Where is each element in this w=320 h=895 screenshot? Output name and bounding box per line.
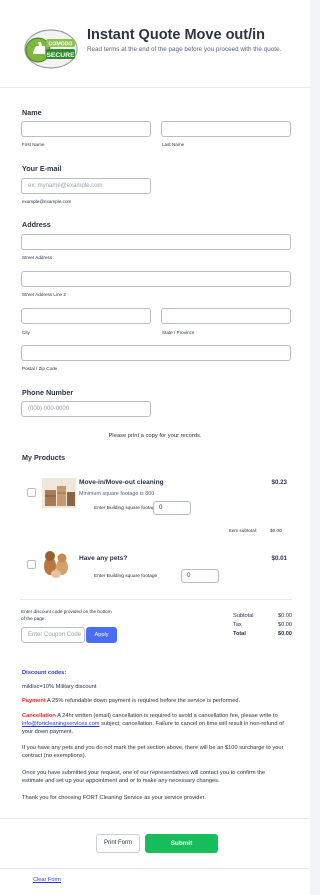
submit-button[interactable]: Submit (145, 834, 218, 853)
print-copy-note: Please print a copy for your records. (108, 433, 202, 439)
product-image-cleaning (42, 478, 76, 508)
product-price-pets: $0.01 (271, 555, 287, 562)
tax-label: Tax (233, 622, 242, 628)
product-checkbox-pets[interactable] (27, 560, 36, 569)
print-form-button[interactable]: Print Form (96, 834, 140, 853)
email-input[interactable]: ex: myname@example.com (21, 178, 151, 194)
coupon-label: Enter discount code provided on the bott… (21, 609, 112, 621)
comodo-secure-badge: COMODO SECURE (24, 29, 78, 69)
product-description-cleaning: Minimum square footage is 800 (79, 491, 155, 497)
product-price-cleaning: $0.23 (271, 479, 287, 486)
state-sublabel: State / Province (162, 330, 195, 335)
products-divider (20, 599, 292, 600)
discount-codes-line: mildisc=10% Military discount (22, 684, 97, 690)
city-input[interactable] (21, 308, 151, 324)
subtotal-label: Subtotal (233, 613, 254, 619)
postal-code-input[interactable] (21, 345, 291, 361)
product-checkbox-cleaning[interactable] (27, 488, 36, 497)
state-input[interactable] (161, 308, 291, 324)
form-header: COMODO SECURE Instant Quote Move out/in … (0, 0, 310, 88)
postal-code-sublabel: Postal / Zip Code (22, 366, 58, 371)
subtotal-value: $0.00 (278, 613, 292, 619)
products-label: My Products (22, 453, 66, 462)
street-address-line2-input[interactable] (21, 271, 291, 287)
clear-form-link[interactable]: Clear Form (33, 877, 61, 883)
cancellation-terms: Cancellation A 24hr written (email) canc… (22, 713, 284, 735)
email-sublabel: example@example.com (22, 199, 72, 204)
product-image-pets (42, 547, 72, 578)
product-name-pets: Have any pets? (79, 555, 128, 562)
product-quantity-input-cleaning[interactable]: 0 (153, 501, 191, 515)
bottom-divider (0, 868, 310, 869)
tax-value: $0.00 (278, 622, 292, 628)
discount-codes-heading: Discount codes: (22, 670, 67, 676)
phone-input[interactable]: (000) 000-0000 (21, 401, 151, 417)
address-label: Address (22, 220, 51, 229)
pets-terms: If you have any pets and you do not mark… (22, 745, 284, 759)
coupon-code-input[interactable]: Enter Coupon Code (21, 627, 85, 643)
item-subtotal-value: $0.00 (270, 528, 282, 533)
svg-text:COMODO: COMODO (49, 41, 73, 47)
apply-coupon-button[interactable]: Apply (86, 627, 117, 643)
form-title: Instant Quote Move out/in (87, 27, 266, 43)
name-label: Name (22, 108, 42, 117)
thanks-note: Thank you for choosing FORT Cleaning Ser… (22, 795, 206, 801)
product-quantity-input-pets[interactable]: 0 (181, 569, 219, 583)
street-address-input[interactable] (21, 234, 291, 250)
first-name-sublabel: First Name (22, 142, 45, 147)
total-label: Total (233, 631, 246, 637)
product-name-cleaning: Move-in/Move-out cleaning (79, 479, 164, 486)
product-quantity-label-cleaning: Enter Building square footage (94, 506, 158, 511)
product-quantity-label-pets: Enter Building square footage (94, 574, 158, 579)
payment-terms: Payment A 25% refundable down payment is… (22, 698, 241, 704)
street-address-line2-sublabel: Street Address Line 2 (22, 292, 66, 297)
email-label: Your E-mail (22, 164, 62, 173)
total-value: $0.00 (278, 631, 292, 637)
last-name-sublabel: Last Name (162, 142, 185, 147)
first-name-input[interactable] (21, 121, 151, 137)
form-subtitle: Read terms at the end of the page before… (87, 46, 282, 53)
item-subtotal-label: Item subtotal: (229, 528, 258, 533)
svg-text:SECURE: SECURE (46, 52, 75, 59)
city-sublabel: City (22, 330, 30, 335)
phone-label: Phone Number (22, 388, 74, 397)
form-page: COMODO SECURE Instant Quote Move out/in … (0, 0, 310, 895)
footer-divider (0, 818, 310, 819)
street-address-sublabel: Street Address (22, 255, 53, 260)
last-name-input[interactable] (161, 121, 291, 137)
contact-terms: Once you have submitted your request, on… (22, 770, 266, 784)
cancellation-email-link[interactable]: info@fortcleaningservices.com (22, 721, 100, 727)
